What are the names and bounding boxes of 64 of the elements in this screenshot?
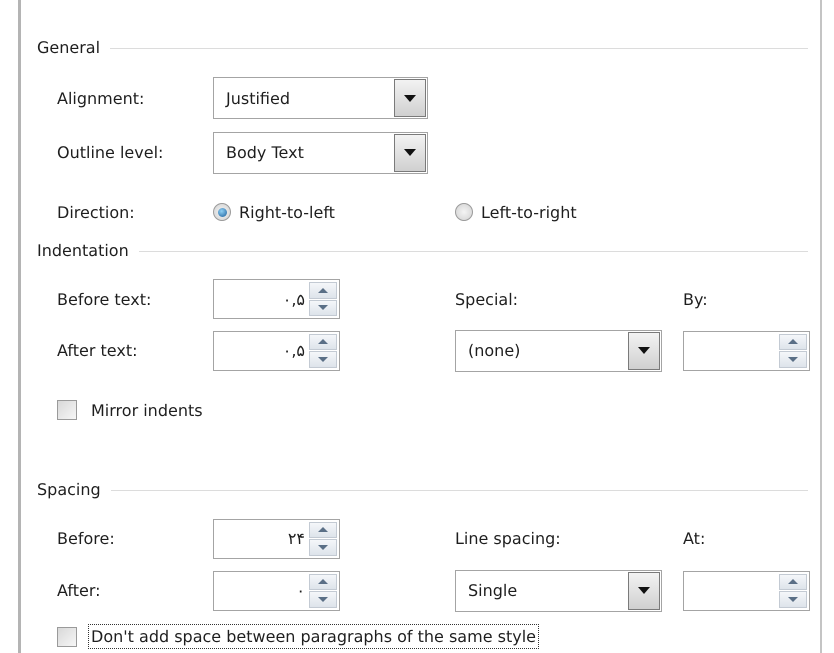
up-arrow-icon [318,288,328,293]
field-label: Before text: [57,290,152,308]
up-arrow-icon [318,339,328,344]
spin-down-button[interactable] [309,351,337,368]
spin-down-button[interactable] [309,591,337,608]
checkbox-label[interactable]: Don't add space between paragraphs of the same style [89,625,538,648]
up-arrow-icon [788,579,798,584]
caret-icon [404,94,416,102]
dropdown-button[interactable] [394,134,426,172]
spin-down-button[interactable] [309,300,337,316]
spin-up-button[interactable] [309,522,337,538]
caret-icon [638,587,650,594]
radio-button[interactable] [213,203,231,221]
radio-label[interactable]: Right-to-left [239,202,335,222]
spin-field[interactable]: ۰,۵ [213,330,340,370]
down-arrow-icon [318,356,328,362]
field-label: Direction: [57,202,135,222]
dropdown-field[interactable]: (none) [455,330,662,372]
up-arrow-icon [788,339,798,344]
section-title: General [37,38,100,56]
spin-field[interactable] [683,570,810,610]
checkbox-label[interactable]: Mirror indents [89,398,205,422]
up-arrow-icon [318,579,328,584]
spin-up-button[interactable] [309,282,337,298]
section-title: Spacing [37,480,101,498]
dropdown-button[interactable] [628,572,660,610]
down-arrow-icon [788,596,798,602]
dropdown-button[interactable] [394,79,426,117]
dropdown-field[interactable]: Justified [213,77,428,119]
radio-button[interactable] [455,203,473,221]
spin-down-button[interactable] [779,591,807,608]
field-label: At: [683,529,706,548]
caret-icon [404,149,416,156]
down-arrow-icon [318,305,328,310]
checkbox[interactable] [57,400,77,420]
field-label: After text: [57,341,138,360]
radio-label[interactable]: Left-to-right [481,202,577,222]
field-label: By: [683,290,708,308]
section-title: Indentation [37,240,129,260]
spin-down-button[interactable] [309,539,337,556]
spin-up-button[interactable] [309,574,337,590]
spin-field[interactable] [683,330,810,370]
field-label: Outline level: [57,143,164,162]
spin-field[interactable]: ۰,۵ [213,279,340,319]
up-arrow-icon [318,527,328,532]
spin-up-button[interactable] [779,334,807,350]
checkbox[interactable] [57,626,77,646]
dropdown-button[interactable] [628,332,660,370]
field-label: Before: [57,529,115,548]
field-label: Alignment: [57,88,144,108]
caret-icon [638,347,650,354]
field-label: Line spacing: [455,529,561,548]
dropdown-field[interactable]: Body Text [213,132,428,174]
spin-field[interactable]: ۰ [213,570,340,610]
spin-field[interactable]: ۲۴ [213,518,340,558]
spin-up-button[interactable] [779,574,807,590]
field-label: Special: [455,290,518,308]
down-arrow-icon [788,356,798,362]
spin-down-button[interactable] [779,351,807,368]
spin-up-button[interactable] [309,334,337,350]
down-arrow-icon [318,596,328,602]
dropdown-field[interactable]: Single [455,570,662,612]
down-arrow-icon [318,544,328,550]
field-label: After: [57,581,101,600]
